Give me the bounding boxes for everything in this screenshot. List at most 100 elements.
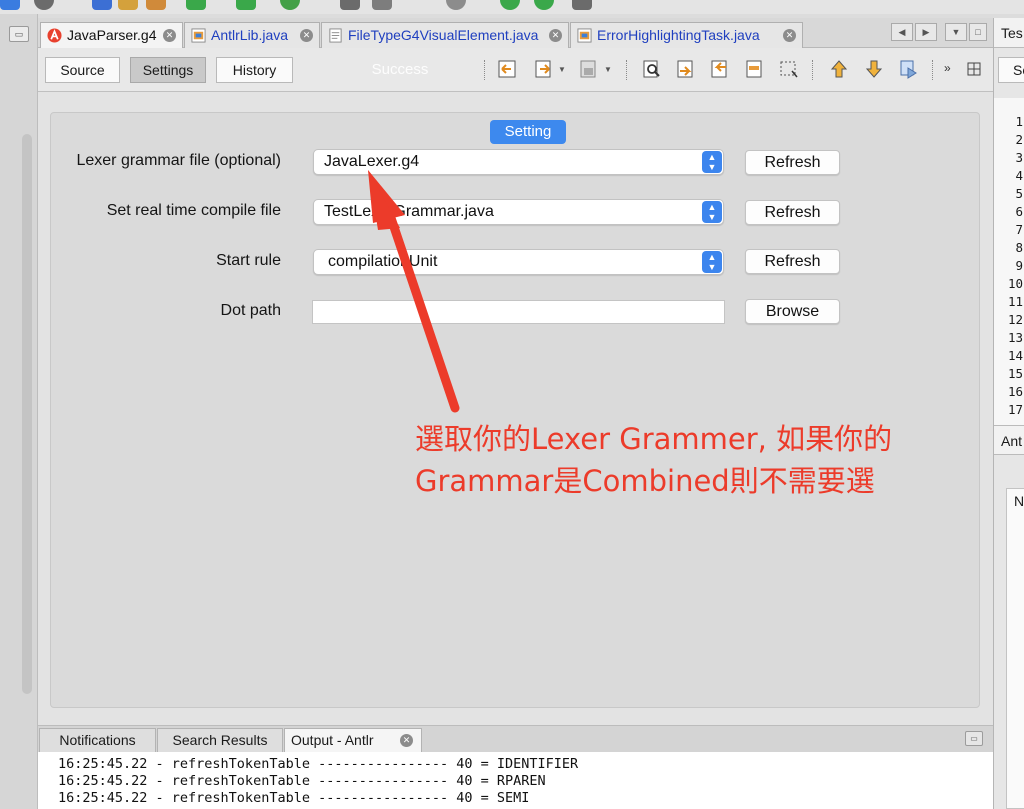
find-icon[interactable] (641, 59, 663, 79)
find-previous-icon[interactable] (675, 59, 697, 79)
toolbar-icon[interactable] (186, 0, 206, 10)
tab-errorhighlightingtask[interactable]: ErrorHighlightingTask.java ✕ (570, 22, 803, 48)
close-icon[interactable]: ✕ (549, 29, 562, 42)
toolbar-icon[interactable] (34, 0, 54, 10)
tab-antlrlib[interactable]: AntlrLib.java ✕ (184, 22, 320, 48)
select-value: TestLexerGrammar.java (324, 203, 494, 220)
tab-test[interactable]: Tes (994, 18, 1024, 48)
toggle-rect-selection-icon[interactable] (778, 59, 800, 79)
dot-path-label: Dot path (220, 302, 281, 319)
toolbar-icon[interactable] (446, 0, 466, 10)
start-rule-select[interactable]: compilationUnit ▲ ▼ (313, 249, 724, 275)
close-icon[interactable]: ✕ (163, 29, 176, 42)
toolbar-icon[interactable] (372, 0, 392, 10)
line-number: 15 (1007, 366, 1023, 381)
toolbar-icon[interactable] (0, 0, 20, 10)
console-line: 16:25:45.22 - refreshTokenTable --------… (58, 756, 579, 772)
tab-output-antlr[interactable]: Output - Antlr ✕ (284, 728, 422, 752)
maximize-icon[interactable]: □ (969, 23, 987, 41)
refresh-start-rule-button[interactable]: Refresh (745, 249, 840, 274)
tab-notifications[interactable]: Notifications (39, 728, 156, 752)
scrollbar[interactable] (22, 134, 32, 694)
settings-button[interactable]: Settings (130, 57, 206, 83)
chevron-right-icon[interactable]: ▶ (915, 23, 937, 41)
line-number: 8 (1015, 240, 1023, 255)
chevron-down-icon[interactable]: ▼ (945, 23, 967, 41)
line-number: 4 (1015, 168, 1023, 183)
close-icon[interactable]: ✕ (400, 734, 413, 747)
tab-filetypeg4visualelement[interactable]: FileTypeG4VisualElement.java ✕ (321, 22, 569, 48)
top-toolbar-fragment (0, 0, 1024, 14)
select-value: JavaLexer.g4 (324, 153, 420, 170)
tab-javaparser[interactable]: JavaParser.g4 ✕ (40, 22, 183, 48)
tab-search-results[interactable]: Search Results (157, 728, 283, 752)
toolbar-separator (626, 60, 627, 80)
toolbar-icon[interactable] (340, 0, 360, 10)
close-icon[interactable]: ✕ (300, 29, 313, 42)
line-number-gutter: 1 2 3 4 5 6 7 8 9 10 11 12 13 14 15 16 1… (994, 98, 1024, 428)
left-side-panel: ▭ (0, 14, 38, 809)
toolbar-separator (484, 60, 485, 80)
source-button[interactable]: So (998, 57, 1024, 83)
split-editor-icon[interactable] (966, 59, 982, 79)
toolbar-icon[interactable] (534, 0, 554, 10)
refresh-compile-button[interactable]: Refresh (745, 200, 840, 225)
antlr-icon (47, 28, 62, 43)
next-bookmark-icon[interactable] (863, 59, 885, 79)
minimize-icon[interactable]: ▭ (965, 731, 983, 746)
line-number: 2 (1015, 132, 1023, 147)
toolbar-separator (812, 60, 813, 80)
toolbar-icon[interactable] (572, 0, 592, 10)
browse-button[interactable]: Browse (745, 299, 840, 324)
forward-history-icon[interactable] (533, 59, 555, 79)
toolbar-icon[interactable] (500, 0, 520, 10)
line-number: 16 (1007, 384, 1023, 399)
output-console[interactable]: 16:25:45.22 - refreshTokenTable --------… (38, 752, 993, 809)
previous-bookmark-icon[interactable] (828, 59, 850, 79)
dot-path-input[interactable] (312, 300, 725, 324)
tab-label: JavaParser.g4 (67, 27, 157, 43)
toolbar-icon[interactable] (92, 0, 112, 10)
source-button[interactable]: Source (45, 57, 120, 83)
line-number: 6 (1015, 204, 1023, 219)
realtime-compile-select[interactable]: TestLexerGrammar.java ▲ ▼ (313, 199, 724, 225)
toolbar-icon[interactable] (280, 0, 300, 10)
lexer-grammar-select[interactable]: JavaLexer.g4 ▲ ▼ (313, 149, 724, 175)
refresh-lexer-button[interactable]: Refresh (745, 150, 840, 175)
tab-label: ErrorHighlightingTask.java (597, 27, 760, 43)
editor-tab-bar: JavaParser.g4 ✕ AntlrLib.java ✕ FileType… (38, 18, 993, 48)
minimize-icon[interactable]: ▭ (9, 26, 29, 42)
settings-title: Setting (490, 120, 566, 144)
status-text: Success (371, 61, 429, 78)
close-icon[interactable]: ✕ (783, 29, 796, 42)
annotation-text: 選取你的Lexer Grammer, 如果你的Grammar是Combined則… (415, 422, 893, 498)
history-button[interactable]: History (216, 57, 293, 83)
editor-area: Setting Lexer grammar file (optional) Ja… (38, 92, 993, 725)
line-number: 13 (1007, 330, 1023, 345)
chevrons-down-icon[interactable]: » (944, 61, 951, 75)
line-number: 1 (1015, 114, 1023, 129)
tab-antlr[interactable]: Ant (994, 425, 1024, 455)
chevron-down-icon[interactable]: ▼ (558, 65, 566, 74)
find-next-icon[interactable] (709, 59, 731, 79)
tab-label: Output - Antlr (291, 732, 374, 748)
tab-navigation: ◀ ▶ ▼ □ (891, 23, 987, 41)
toolbar-icon[interactable] (146, 0, 166, 10)
chevron-updown-icon: ▲ ▼ (702, 251, 722, 273)
toggle-highlight-icon[interactable] (744, 59, 766, 79)
toolbar-icon[interactable] (118, 0, 138, 10)
line-number: 5 (1015, 186, 1023, 201)
console-line: 16:25:45.22 - refreshTokenTable --------… (58, 773, 546, 789)
realtime-compile-label: Set real time compile file (106, 202, 281, 219)
back-history-icon[interactable] (496, 59, 518, 79)
scrollbar[interactable] (981, 96, 991, 712)
line-number: 17 (1007, 402, 1023, 417)
editor-toolbar: Source Settings History Success ▼ ▼ » (38, 48, 993, 92)
lexer-grammar-label: Lexer grammar file (optional) (76, 152, 281, 169)
last-edit-icon[interactable] (578, 59, 600, 79)
toggle-bookmark-icon[interactable] (898, 59, 920, 79)
chevron-left-icon[interactable]: ◀ (891, 23, 913, 41)
chevron-down-icon[interactable]: ▼ (604, 65, 612, 74)
toolbar-icon[interactable] (236, 0, 256, 10)
right-side-panel: Tes So 1 2 3 4 5 6 7 8 9 10 11 12 13 14 … (993, 18, 1024, 809)
